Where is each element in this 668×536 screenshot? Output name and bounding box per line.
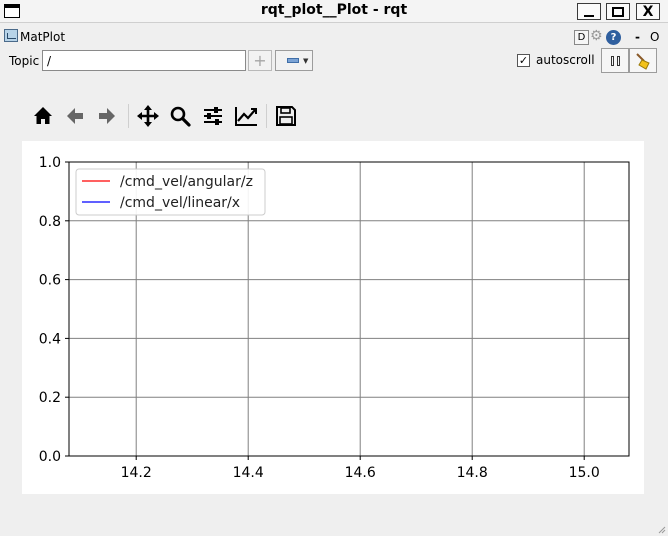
y-tick-label: 0.8 [39,214,61,230]
legend-entry-label: /cmd_vel/angular/z [120,174,253,190]
x-tick-label: 14.4 [233,465,264,481]
edit-axis-icon [235,107,257,126]
save-button[interactable] [271,100,301,132]
minimize-plugin-button[interactable]: - [635,30,640,44]
topic-input[interactable] [42,50,246,71]
x-tick-label: 14.2 [121,465,152,481]
matplot-plugin-icon [4,29,18,42]
window-title: rqt_plot__Plot - rqt [260,2,408,18]
forward-button[interactable] [92,100,122,132]
topic-label: Topic [9,54,40,68]
add-topic-button[interactable]: + [248,50,272,71]
chevron-down-icon: ▼ [303,56,309,65]
zoom-button[interactable] [165,100,195,132]
minus-icon [287,58,299,63]
pause-icon-bar [616,55,620,66]
zoom-icon [170,106,191,127]
autoscroll-label: autoscroll [536,53,595,67]
remove-topic-dropdown[interactable]: ▼ [275,50,313,71]
close-window-button[interactable]: X [636,3,660,20]
edit-axis-button[interactable] [231,100,261,132]
broom-icon [636,52,650,70]
toolbar-separator [128,104,129,128]
debug-toggle-button[interactable]: D [574,30,589,45]
plot-figure[interactable]: 14.2 14.4 14.6 14.8 15.0 0.0 0.2 0.4 0.6 0.8 1.0/c… [22,141,644,494]
minimize-icon [584,14,594,17]
resize-grip-icon[interactable] [656,524,666,534]
pan-button[interactable] [133,100,163,132]
pause-button[interactable] [601,48,629,73]
x-tick-label: 15.0 [569,465,600,481]
plugin-header: MatPlot D ⚙ ? - O [0,27,668,47]
back-arrow-icon [67,108,83,124]
x-tick-label: 14.8 [457,465,488,481]
toolbar-separator [266,104,267,128]
plugin-title: MatPlot [20,30,66,44]
home-button[interactable] [28,100,58,132]
forward-arrow-icon [99,108,115,124]
window-title-bar[interactable]: rqt_plot__Plot - rqt X [0,0,668,23]
pause-icon-bar [610,55,614,66]
home-icon [34,107,52,124]
maximize-button[interactable] [606,3,630,20]
legend-entry-label: /cmd_vel/linear/x [120,195,240,211]
y-tick-label: 0.0 [39,449,61,465]
configure-subplots-button[interactable] [198,100,228,132]
y-tick-label: 0.4 [39,331,61,347]
x-tick-label: 14.6 [345,465,376,481]
plus-icon: + [253,51,267,70]
gear-icon[interactable]: ⚙ [590,28,603,44]
back-button[interactable] [60,100,90,132]
minimize-button[interactable] [577,3,601,20]
save-icon [276,106,296,126]
help-icon[interactable]: ? [606,30,621,45]
plot-chart[interactable]: 14.2 14.4 14.6 14.8 15.0 0.0 0.2 0.4 0.6 0.8 1.0/c… [22,141,644,494]
y-tick-label: 1.0 [39,155,61,171]
maximize-icon [612,6,624,17]
clear-button[interactable] [629,48,657,73]
y-tick-label: 0.2 [39,390,61,406]
autoscroll-checkbox[interactable]: ✓ [517,54,530,67]
configure-subplots-icon [204,107,222,125]
matplotlib-toolbar [28,100,308,132]
y-tick-label: 0.6 [39,273,61,289]
close-plugin-button[interactable]: O [650,30,659,44]
pan-icon [137,105,159,127]
